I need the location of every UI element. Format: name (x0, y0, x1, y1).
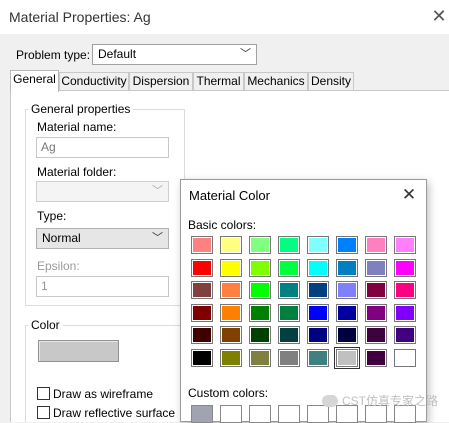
color-swatch[interactable] (394, 303, 416, 322)
color-swatch[interactable] (220, 326, 242, 344)
color-swatch[interactable] (191, 281, 213, 299)
material-color-dialog: Material Color ✕ Basic colors: Custom co… (180, 179, 427, 423)
color-swatch[interactable] (249, 303, 271, 322)
color-swatch[interactable] (307, 281, 329, 299)
color-swatch[interactable] (278, 258, 300, 277)
color-group-title: Color (28, 318, 63, 332)
custom-color-swatch[interactable] (220, 405, 242, 423)
color-swatch[interactable] (278, 281, 300, 299)
tab-mechanics[interactable]: Mechanics (244, 72, 308, 91)
color-swatch[interactable] (220, 236, 242, 254)
window-title: Material Properties: Ag (9, 9, 151, 25)
wireframe-label: Draw as wireframe (53, 387, 154, 401)
type-label: Type: (37, 209, 67, 223)
color-swatch[interactable] (220, 303, 242, 322)
color-swatch[interactable] (220, 281, 242, 299)
wireframe-checkbox[interactable] (37, 387, 50, 400)
epsilon-input[interactable]: 1 (36, 276, 169, 297)
color-swatch[interactable] (365, 348, 387, 367)
color-swatch[interactable] (365, 258, 387, 277)
color-swatch[interactable] (365, 303, 387, 322)
color-swatch[interactable] (336, 236, 358, 254)
custom-colors-label: Custom colors: (188, 386, 269, 400)
color-swatch[interactable] (220, 348, 242, 367)
color-swatch[interactable] (278, 303, 300, 322)
type-value: Normal (42, 231, 81, 245)
color-swatch[interactable] (394, 348, 416, 367)
color-swatch[interactable] (365, 281, 387, 299)
chevron-down-icon: ﹀ (240, 48, 251, 60)
color-swatch[interactable] (191, 258, 213, 277)
color-swatch[interactable] (307, 236, 329, 254)
color-swatch[interactable] (249, 348, 271, 367)
color-swatch[interactable] (249, 258, 271, 277)
chevron-down-icon: ﹀ (152, 185, 163, 197)
color-swatch[interactable] (191, 236, 213, 254)
reflective-checkbox[interactable] (37, 406, 50, 419)
custom-color-swatch[interactable] (278, 405, 300, 423)
epsilon-label: Epsilon: (37, 259, 80, 273)
type-select[interactable]: Normal ﹀ (36, 228, 169, 249)
color-swatch[interactable] (249, 281, 271, 299)
color-swatch[interactable] (191, 348, 213, 367)
tab-general[interactable]: General (10, 70, 59, 92)
wechat-icon (322, 395, 338, 407)
tab-density[interactable]: Density (308, 72, 354, 91)
color-swatch[interactable] (220, 258, 242, 277)
color-swatch[interactable] (307, 303, 329, 322)
tab-dispersion[interactable]: Dispersion (129, 72, 193, 91)
color-swatch[interactable] (307, 258, 329, 277)
color-swatch[interactable] (336, 281, 358, 299)
material-folder-label: Material folder: (37, 165, 117, 179)
reflective-label: Draw reflective surface (53, 406, 176, 420)
problem-type-label: Problem type: (16, 48, 91, 62)
color-swatch[interactable] (394, 281, 416, 299)
color-swatch[interactable] (365, 326, 387, 344)
color-swatch[interactable] (249, 326, 271, 344)
material-color-button[interactable] (38, 340, 119, 362)
basic-colors-label: Basic colors: (188, 218, 257, 232)
problem-type-value: Default (98, 47, 137, 61)
general-properties-title: General properties (28, 102, 134, 116)
window-titlebar: Material Properties: Ag ✕ (0, 0, 449, 34)
color-swatch[interactable] (278, 326, 300, 344)
window-close-icon[interactable]: ✕ (430, 6, 448, 26)
material-name-input[interactable]: Ag (36, 137, 169, 158)
color-swatch[interactable] (278, 236, 300, 254)
color-swatch[interactable] (394, 236, 416, 254)
color-swatch[interactable] (394, 258, 416, 277)
dialog-title: Material Color (189, 188, 270, 203)
color-swatch[interactable] (394, 326, 416, 344)
color-swatch[interactable] (334, 346, 360, 369)
material-folder-select[interactable]: ﹀ (36, 181, 169, 202)
color-swatch[interactable] (336, 258, 358, 277)
dialog-close-icon[interactable]: ✕ (399, 184, 419, 206)
color-swatch[interactable] (365, 236, 387, 254)
custom-color-swatch[interactable] (191, 405, 213, 423)
color-swatch[interactable] (336, 326, 358, 344)
color-swatch[interactable] (191, 326, 213, 344)
watermark: CST仿真专家之路 (322, 392, 438, 409)
tab-thermal[interactable]: Thermal (193, 72, 244, 91)
material-name-label: Material name: (37, 120, 117, 134)
color-swatch[interactable] (307, 326, 329, 344)
custom-color-swatch[interactable] (249, 405, 271, 423)
watermark-text: CST仿真专家之路 (342, 394, 439, 408)
color-swatch[interactable] (307, 348, 329, 367)
color-swatch[interactable] (191, 303, 213, 322)
problem-type-select[interactable]: Default ﹀ (92, 44, 257, 65)
tab-conductivity[interactable]: Conductivity (59, 72, 129, 91)
color-swatch[interactable] (249, 236, 271, 254)
color-swatch[interactable] (336, 303, 358, 322)
color-swatch[interactable] (278, 348, 300, 367)
chevron-down-icon: ﹀ (152, 232, 163, 244)
